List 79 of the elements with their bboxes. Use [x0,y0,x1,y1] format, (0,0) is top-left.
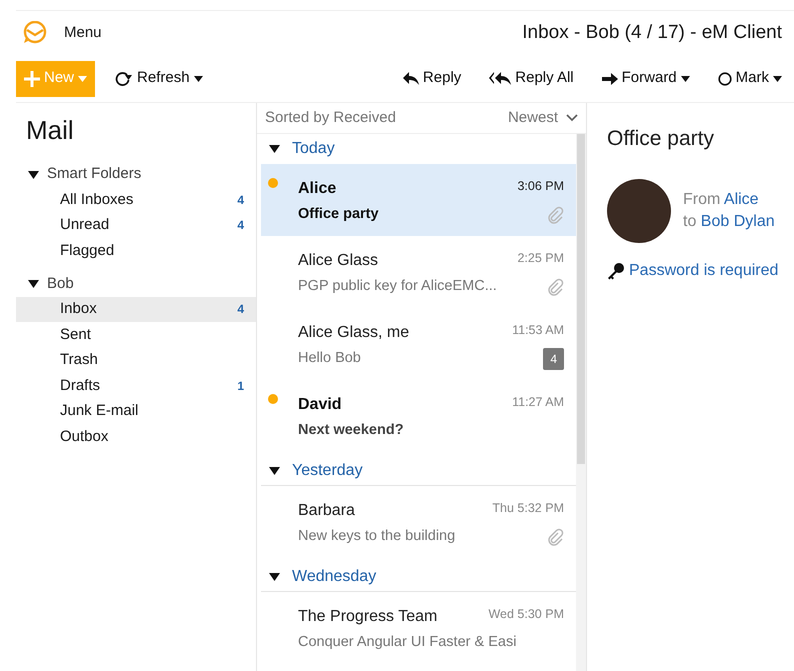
unread-count: 1 [237,378,244,395]
message-time: 3:06 PM [517,178,564,195]
folder-group-label[interactable]: Bob [47,272,74,296]
folder-item[interactable]: Trash [16,348,256,373]
folder-item[interactable]: Flagged [16,238,256,264]
from-line: From Alice [683,190,760,210]
chevron-down-icon [566,114,578,122]
caret-icon [78,76,88,82]
message-subject: New keys to the building [298,527,456,546]
reply-all-button[interactable]: Reply All [481,60,582,96]
folder-item[interactable]: Unread 4 [16,212,256,238]
reply-button[interactable]: Reply [394,60,470,96]
caret-icon [773,76,782,82]
message-time: Wed 5:30 PM [488,606,564,623]
reply-all-arrow-icon [489,72,512,86]
caret-icon [194,76,203,82]
thread-count: 4 [543,348,564,370]
unread-count: 4 [237,301,244,318]
folder-item[interactable]: Junk E-mail [16,398,256,424]
message-subject: PGP public key for AliceEMC... [298,277,497,296]
folder-item[interactable]: Inbox 4 [16,296,256,322]
folder-item[interactable]: Outbox [16,424,256,450]
message-sender: Barbara [298,501,355,521]
message-item[interactable]: Barbara Thu 5:32 PM New keys to the building [261,486,576,558]
date-group-label[interactable]: Today [292,137,335,161]
unread-count: 4 [237,217,244,234]
message-subject: Hello Bob [298,349,361,368]
message-item[interactable]: Alice 3:06 PM Office party [261,164,576,236]
unread-count: 4 [237,192,244,209]
refresh-icon [115,70,134,86]
folder-item[interactable]: All Inboxes 4 [16,187,256,212]
collapse-triangle-icon[interactable] [269,145,280,153]
paperclip-icon [546,528,564,546]
paperclip-icon [546,206,564,224]
caret-icon [680,76,690,82]
message-time: 11:27 AM [512,394,564,411]
message-item[interactable]: The Progress Team Wed 5:30 PM Conquer Angular UI Faster & Easi [261,592,576,664]
folder-item[interactable]: Sent [16,322,256,348]
message-item[interactable]: David 11:27 AM Next weekend? [261,380,576,452]
message-time: 11:53 AM [512,322,564,339]
refresh-button[interactable]: Refresh [107,60,211,96]
menu-button[interactable]: Menu [64,22,102,44]
window-title: Inbox - Bob (4 / 17) - eM Client [522,20,782,45]
sort-order-dropdown[interactable]: Newest [508,106,578,130]
message-subject-heading: Office party [607,126,715,152]
collapse-triangle-icon[interactable] [269,466,280,474]
scrollbar[interactable] [576,134,586,671]
to-line: to Bob Dylan [683,212,775,232]
right-arrow-icon [602,72,618,84]
message-sender: Alice Glass, me [298,323,410,343]
collapse-triangle-icon[interactable] [269,572,280,580]
message-time: 2:25 PM [517,250,564,267]
message-subject: Conquer Angular UI Faster & Easi [298,633,516,652]
folder-group-label[interactable]: Smart Folders [47,163,142,186]
message-sender: Alice [298,179,336,199]
reply-arrow-icon [402,72,419,86]
message-sender: David [298,395,342,415]
message-subject: Office party [298,205,379,224]
circle-icon [718,72,732,86]
folder-item[interactable]: Drafts 1 [16,373,256,398]
collapse-triangle-icon[interactable] [28,170,39,178]
envelope-logo-icon [22,21,48,45]
password-required-link[interactable]: Password is required [629,258,778,282]
message-sender: Alice Glass [298,251,378,271]
plus-icon [24,70,40,86]
message-time: Thu 5:32 PM [492,500,564,517]
date-group-label[interactable]: Yesterday [292,458,363,482]
message-sender: The Progress Team [298,607,438,627]
date-group-label[interactable]: Wednesday [292,564,376,588]
message-subject: Next weekend? [298,421,404,440]
mark-button[interactable]: Mark [710,60,790,96]
forward-button[interactable]: Forward [594,60,698,96]
collapse-triangle-icon[interactable] [28,280,39,288]
sidebar-title: Mail [25,114,75,147]
message-item[interactable]: Alice Glass, me 11:53 AM Hello Bob 4 [261,308,576,380]
message-item[interactable]: Alice Glass 2:25 PM PGP public key for AliceEMC... [261,236,576,308]
sort-label[interactable]: Sorted by Received [265,106,396,130]
key-icon [607,262,625,280]
paperclip-icon [546,278,564,296]
